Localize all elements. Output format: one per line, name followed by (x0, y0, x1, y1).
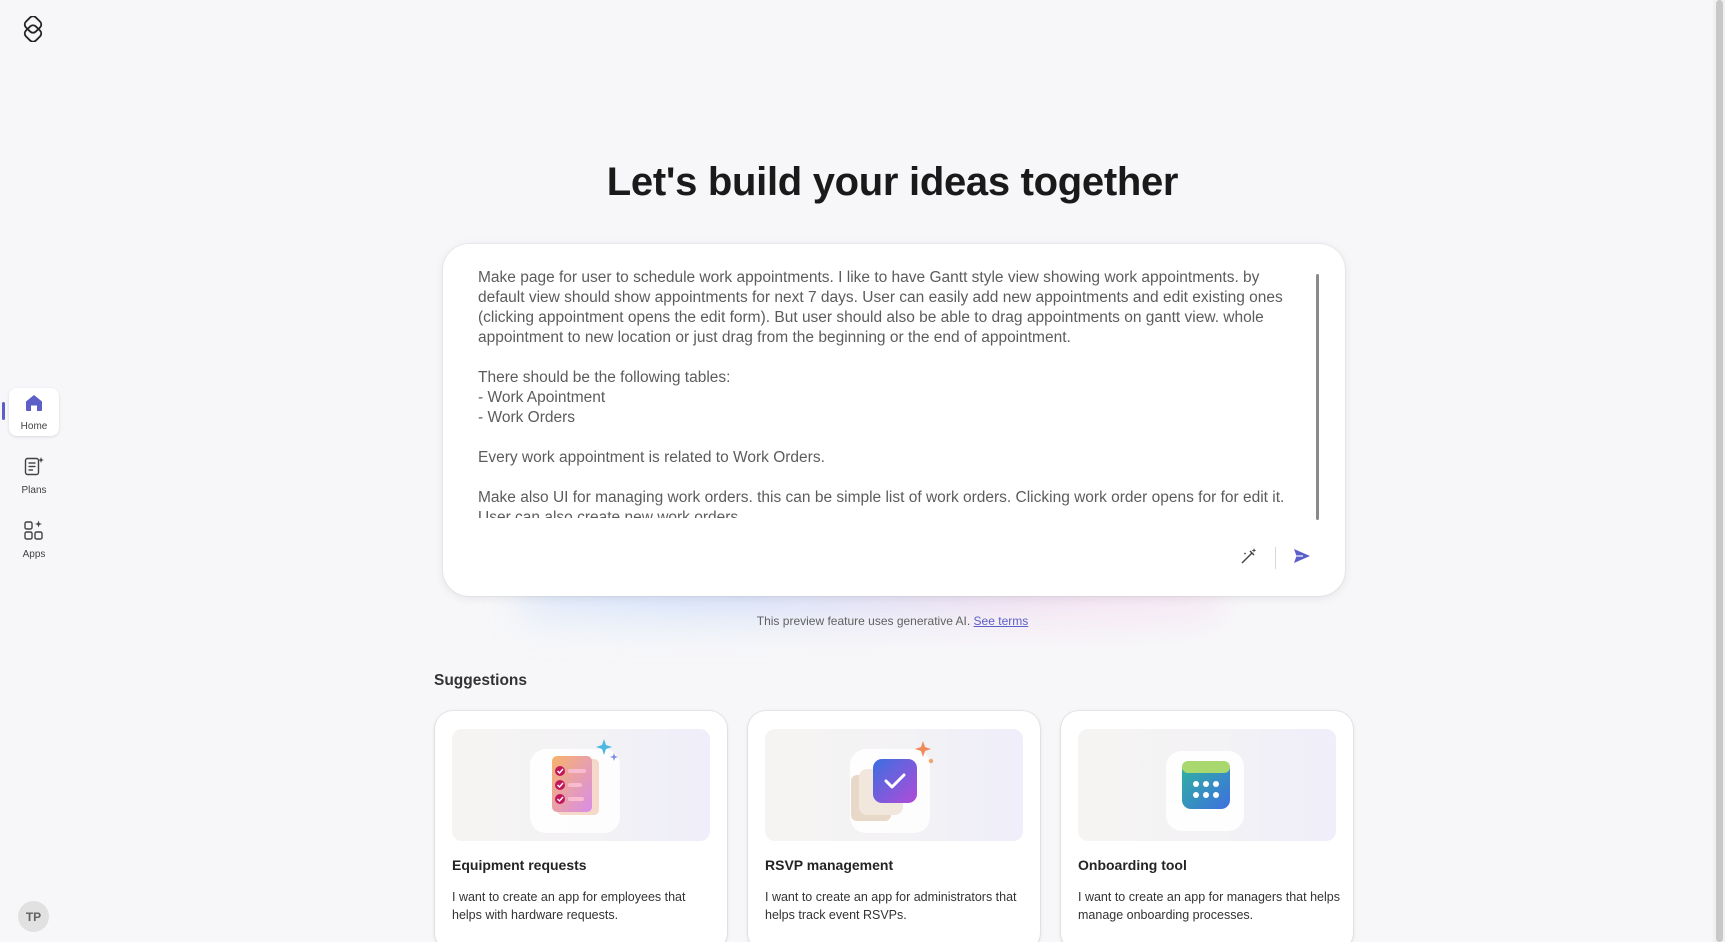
card-title: RSVP management (765, 857, 894, 873)
card-description: I want to create an app for employees th… (452, 890, 686, 922)
rail-item-label: Home (20, 420, 48, 432)
card-title: Onboarding tool (1078, 857, 1187, 873)
enhance-prompt-button[interactable] (1235, 544, 1263, 572)
rail-item-home[interactable]: Home (9, 388, 59, 436)
card-image (765, 729, 1023, 841)
home-icon (24, 393, 44, 418)
see-terms-link[interactable]: See terms (974, 614, 1029, 628)
page-scrollbar[interactable] (1713, 0, 1725, 942)
rail-item-label: Plans (21, 484, 47, 496)
button-divider (1275, 547, 1276, 569)
calendar-illustration (1166, 751, 1244, 831)
rail-item-apps[interactable]: Apps (9, 515, 59, 563)
card-description: I want to create an app for administrato… (765, 890, 1017, 922)
page-scrollbar-thumb[interactable] (1716, 0, 1723, 942)
disclaimer-text: This preview feature uses generative AI. (756, 614, 974, 628)
send-icon (1292, 546, 1312, 571)
prompt-input[interactable]: Make page for user to schedule work appo… (478, 268, 1308, 518)
card-title: Equipment requests (452, 857, 587, 873)
rail-item-label: Apps (22, 548, 46, 560)
plans-icon (23, 455, 45, 482)
suggestion-card-onboarding-tool[interactable]: Onboarding tool I want to create an app … (1061, 711, 1353, 942)
apps-icon (23, 519, 45, 546)
suggestion-card-rsvp-management[interactable]: RSVP management I want to create an app … (748, 711, 1040, 942)
app-logo-icon[interactable] (20, 15, 46, 43)
ai-disclaimer: This preview feature uses generative AI.… (0, 614, 1725, 628)
avatar[interactable]: TP (18, 901, 49, 932)
card-image (1078, 729, 1336, 841)
active-indicator (2, 402, 5, 420)
app-root: Home Plans Apps TP Let's build your idea… (0, 0, 1725, 942)
card-image (452, 729, 710, 841)
rail-item-plans[interactable]: Plans (9, 451, 59, 499)
suggestions-heading: Suggestions (434, 672, 528, 689)
page-title: Let's build your ideas together (606, 160, 1179, 204)
suggestion-card-equipment-requests[interactable]: Equipment requests I want to create an a… (435, 711, 727, 942)
prompt-card: Make page for user to schedule work appo… (443, 244, 1345, 596)
prompt-scrollbar[interactable] (1316, 274, 1319, 520)
magic-wand-icon (1239, 546, 1259, 571)
send-button[interactable] (1288, 544, 1316, 572)
card-description: I want to create an app for managers tha… (1078, 890, 1340, 922)
rsvp-check-illustration (850, 741, 934, 833)
checklist-illustration (530, 739, 620, 833)
